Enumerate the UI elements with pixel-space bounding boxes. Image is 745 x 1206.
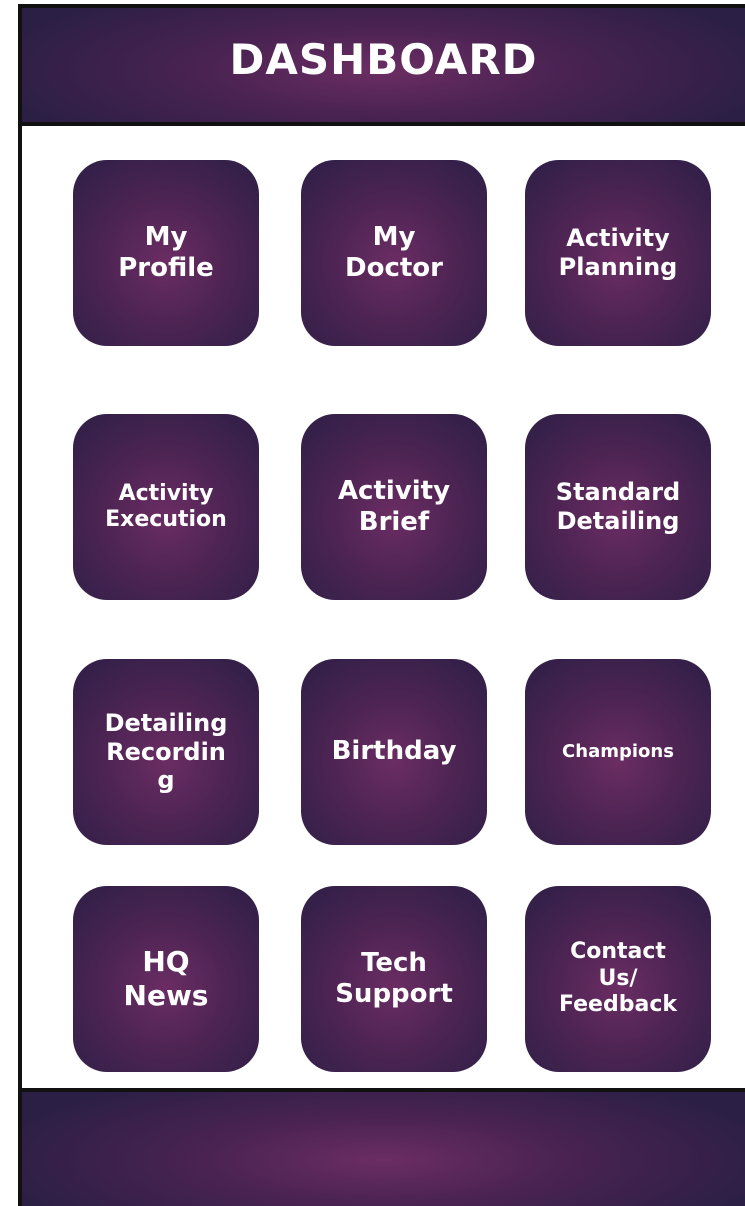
birthday-label: Birthday bbox=[331, 736, 457, 767]
hq-news-tile[interactable]: HQ News bbox=[73, 886, 259, 1072]
champions-tile[interactable]: Champions bbox=[525, 659, 711, 845]
footer-bar bbox=[22, 1092, 745, 1206]
my-profile-label: My Profile bbox=[118, 221, 214, 283]
activity-execution-label: Activity Execution bbox=[105, 480, 227, 532]
header-divider bbox=[22, 122, 745, 126]
standard-detailing-label: Standard Detailing bbox=[555, 478, 681, 535]
activity-brief-label: Activity Brief bbox=[337, 475, 451, 537]
tech-support-label: Tech Support bbox=[335, 947, 453, 1009]
detailing-recording-label: Detailing Recordin g bbox=[104, 708, 228, 795]
page-title: DASHBOARD bbox=[229, 34, 538, 84]
my-doctor-tile[interactable]: My Doctor bbox=[301, 160, 487, 346]
activity-execution-tile[interactable]: Activity Execution bbox=[73, 414, 259, 600]
champions-label: Champions bbox=[562, 741, 674, 763]
tech-support-tile[interactable]: Tech Support bbox=[301, 886, 487, 1072]
detailing-recording-tile[interactable]: Detailing Recordin g bbox=[73, 659, 259, 845]
activity-planning-label: Activity Planning bbox=[558, 224, 678, 281]
activity-planning-tile[interactable]: Activity Planning bbox=[525, 160, 711, 346]
my-profile-tile[interactable]: My Profile bbox=[73, 160, 259, 346]
activity-brief-tile[interactable]: Activity Brief bbox=[301, 414, 487, 600]
hq-news-label: HQ News bbox=[123, 945, 209, 1012]
contact-feedback-label: Contact Us/ Feedback bbox=[559, 939, 677, 1018]
standard-detailing-tile[interactable]: Standard Detailing bbox=[525, 414, 711, 600]
contact-feedback-tile[interactable]: Contact Us/ Feedback bbox=[525, 886, 711, 1072]
my-doctor-label: My Doctor bbox=[345, 221, 443, 283]
birthday-tile[interactable]: Birthday bbox=[301, 659, 487, 845]
header-bar: DASHBOARD bbox=[22, 8, 745, 122]
